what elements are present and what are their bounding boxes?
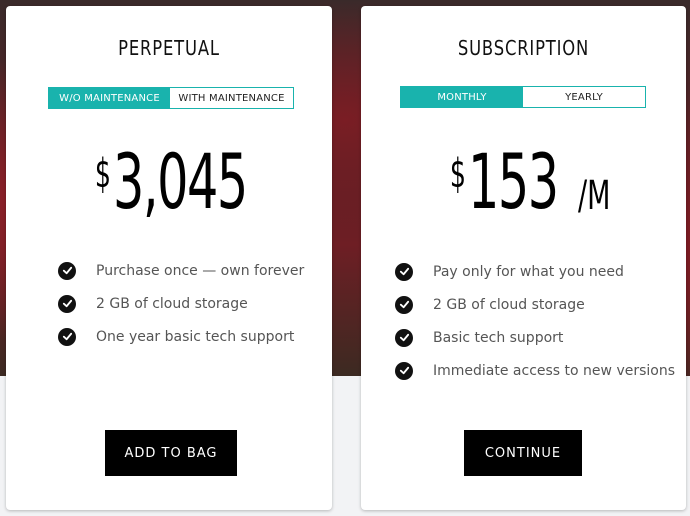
toggle-option-monthly[interactable]: MONTHLY bbox=[401, 87, 523, 107]
toggle-option-yearly[interactable]: YEARLY bbox=[523, 87, 645, 107]
feature-text: Pay only for what you need bbox=[433, 263, 624, 280]
feature-list: Pay only for what you need 2 GB of cloud… bbox=[395, 255, 675, 387]
check-circle-icon bbox=[58, 327, 76, 346]
feature-item: Basic tech support bbox=[395, 321, 675, 354]
price-amount: 3,045 bbox=[112, 137, 248, 226]
add-to-bag-button[interactable]: ADD TO BAG bbox=[105, 430, 237, 476]
price-period: /M bbox=[578, 173, 611, 219]
check-circle-icon bbox=[395, 262, 413, 281]
feature-item: 2 GB of cloud storage bbox=[58, 287, 304, 320]
subscription-plan-card: SUBSCRIPTION MONTHLY YEARLY $ 153 /M Pay… bbox=[361, 6, 686, 510]
feature-item: Purchase once — own forever bbox=[58, 254, 304, 287]
check-circle-icon bbox=[395, 361, 413, 380]
feature-item: 2 GB of cloud storage bbox=[395, 288, 675, 321]
feature-text: One year basic tech support bbox=[96, 328, 295, 345]
feature-text: 2 GB of cloud storage bbox=[96, 295, 248, 312]
price-currency: $ bbox=[94, 151, 111, 197]
feature-text: 2 GB of cloud storage bbox=[433, 296, 585, 313]
plan-title: PERPETUAL bbox=[118, 36, 220, 60]
check-circle-icon bbox=[58, 261, 76, 280]
feature-item: Immediate access to new versions bbox=[395, 354, 675, 387]
toggle-option-without-maintenance[interactable]: W/O MAINTENANCE bbox=[49, 88, 170, 108]
check-circle-icon bbox=[395, 328, 413, 347]
check-circle-icon bbox=[58, 294, 76, 313]
feature-list: Purchase once — own forever 2 GB of clou… bbox=[58, 254, 304, 353]
plan-title: SUBSCRIPTION bbox=[457, 36, 590, 60]
feature-text: Immediate access to new versions bbox=[433, 362, 676, 379]
continue-button[interactable]: CONTINUE bbox=[464, 430, 582, 476]
price-currency: $ bbox=[449, 151, 466, 197]
check-circle-icon bbox=[395, 295, 413, 314]
perpetual-plan-card: PERPETUAL W/O MAINTENANCE WITH MAINTENAN… bbox=[6, 6, 332, 510]
price-amount: 153 bbox=[467, 137, 559, 226]
feature-text: Purchase once — own forever bbox=[96, 262, 305, 279]
toggle-option-with-maintenance[interactable]: WITH MAINTENANCE bbox=[170, 88, 293, 108]
feature-item: One year basic tech support bbox=[58, 320, 304, 353]
feature-text: Basic tech support bbox=[433, 329, 564, 346]
billing-period-toggle: MONTHLY YEARLY bbox=[400, 86, 646, 108]
feature-item: Pay only for what you need bbox=[395, 255, 675, 288]
maintenance-toggle: W/O MAINTENANCE WITH MAINTENANCE bbox=[48, 87, 294, 109]
